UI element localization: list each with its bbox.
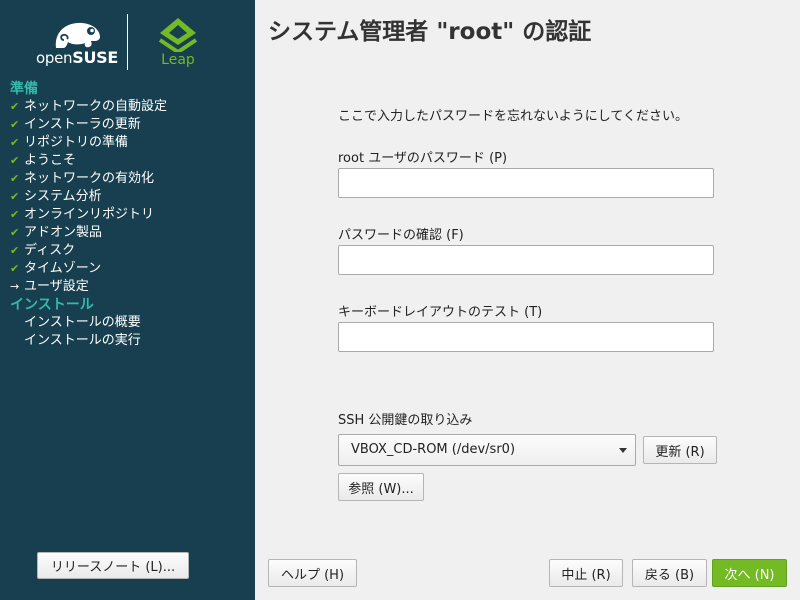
step-section-heading: インストール: [10, 297, 94, 313]
step-label: ネットワークの自動設定: [24, 99, 168, 114]
opensuse-logo: openSUSE: [36, 18, 119, 68]
logo-divider: [127, 14, 128, 70]
confirm-password-field[interactable]: [338, 245, 714, 275]
arrow-right-icon: →: [10, 280, 20, 293]
opensuse-wordmark: openSUSE: [36, 48, 119, 67]
step-item: インストールの実行: [10, 332, 250, 350]
step-label: アドオン製品: [24, 225, 103, 240]
step-item: ✔ ネットワークの自動設定: [10, 98, 250, 116]
step-label: インストーラの更新: [24, 117, 141, 132]
step-item: ✔ リポジトリの準備: [10, 134, 250, 152]
step-item: ✔ システム分析: [10, 188, 250, 206]
sidebar: openSUSE Leap 準備 ✔ ネットワークの自動設定 ✔ インストーラの更新 ✔ リ…: [0, 0, 255, 600]
ssh-source-value: VBOX_CD-ROM (/dev/sr0): [351, 442, 516, 457]
page-title: システム管理者 "root" の認証: [268, 19, 592, 45]
chameleon-icon: [55, 22, 100, 48]
step-label: ネットワークの有効化: [24, 171, 155, 186]
step-label: タイムゾーン: [24, 261, 102, 276]
checkmark-icon: ✔: [10, 136, 20, 149]
installation-steps: 準備 ✔ ネットワークの自動設定 ✔ インストーラの更新 ✔ リポジトリの準備 ✔ ようこそ ✔ ネ…: [10, 80, 250, 350]
checkmark-icon: ✔: [10, 190, 20, 203]
step-item: ✔ タイムゾーン: [10, 260, 250, 278]
chevron-down-icon: [619, 448, 627, 453]
step-label: インストールの概要: [24, 315, 141, 330]
step-label: オンラインリポジトリ: [24, 207, 155, 222]
opensuse-wordmark-brand: SUSE: [72, 48, 119, 67]
keyboard-test-label: キーボードレイアウトのテスト (T): [338, 305, 543, 320]
step-item: ✔ アドオン製品: [10, 224, 250, 242]
step-section-heading: 準備: [10, 81, 38, 97]
checkmark-icon: ✔: [10, 244, 20, 257]
help-button[interactable]: ヘルプ (H): [268, 559, 357, 587]
browse-button[interactable]: 参照 (W)...: [338, 473, 424, 501]
instruction-text: ここで入力したパスワードを忘れないようにしてください。: [338, 109, 688, 124]
refresh-button[interactable]: 更新 (R): [643, 436, 717, 464]
step-item: ✔ ディスク: [10, 242, 250, 260]
keyboard-test-field[interactable]: [338, 322, 714, 352]
ssh-import-label: SSH 公開鍵の取り込み: [338, 413, 473, 428]
checkmark-icon: ✔: [10, 262, 20, 275]
password-label: root ユーザのパスワード (P): [338, 151, 508, 166]
step-spacer: [10, 314, 22, 332]
checkmark-icon: ✔: [10, 226, 20, 239]
checkmark-icon: ✔: [10, 118, 20, 131]
confirm-password-label: パスワードの確認 (F): [338, 228, 464, 243]
checkmark-icon: ✔: [10, 154, 20, 167]
leap-icon: [158, 18, 198, 55]
step-item: ✔ ようこそ: [10, 152, 250, 170]
step-item: ✔ ネットワークの有効化: [10, 170, 250, 188]
step-spacer: [10, 332, 22, 350]
step-item: インストールの概要: [10, 314, 250, 332]
step-label: システム分析: [24, 189, 102, 204]
release-notes-button[interactable]: リリースノート (L)...: [37, 552, 189, 579]
step-item: ✔ オンラインリポジトリ: [10, 206, 250, 224]
step-label: リポジトリの準備: [24, 135, 129, 150]
leap-logo: Leap: [155, 16, 201, 72]
step-label: ようこそ: [24, 153, 77, 168]
step-label: ユーザ設定: [24, 279, 89, 294]
step-label: インストールの実行: [24, 333, 141, 348]
step-item: → ユーザ設定: [10, 278, 250, 296]
opensuse-wordmark-prefix: open: [36, 49, 73, 67]
next-button[interactable]: 次へ (N): [712, 559, 787, 587]
leap-wordmark: Leap: [161, 52, 195, 68]
main-panel: システム管理者 "root" の認証 ここで入力したパスワードを忘れないようにし…: [255, 0, 800, 600]
abort-button[interactable]: 中止 (R): [549, 559, 623, 587]
step-label: ディスク: [24, 243, 76, 258]
password-field[interactable]: [338, 168, 714, 198]
checkmark-icon: ✔: [10, 208, 20, 221]
ssh-source-dropdown[interactable]: VBOX_CD-ROM (/dev/sr0): [338, 434, 636, 466]
checkmark-icon: ✔: [10, 172, 20, 185]
back-button[interactable]: 戻る (B): [632, 559, 707, 587]
checkmark-icon: ✔: [10, 100, 20, 113]
step-item: ✔ インストーラの更新: [10, 116, 250, 134]
